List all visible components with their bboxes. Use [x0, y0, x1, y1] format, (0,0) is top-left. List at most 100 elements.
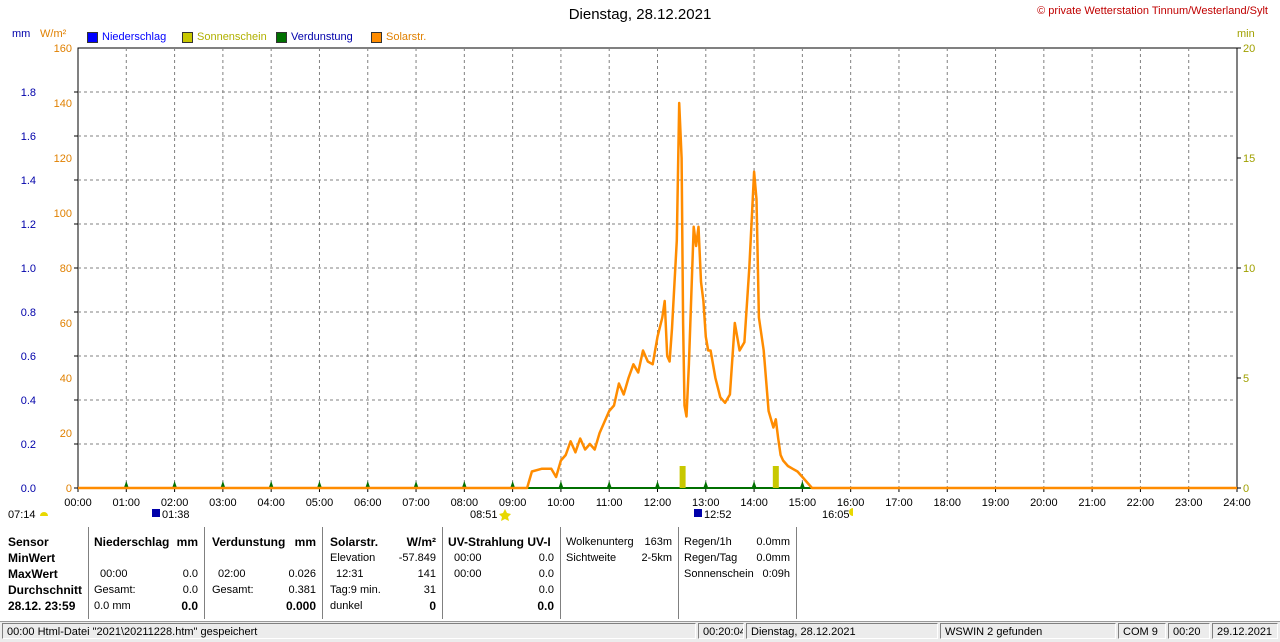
- y-tick-label-wm2: 80: [60, 263, 72, 275]
- status-bar: 00:00 Html-Datei "2021\20211228.htm" ges…: [0, 621, 1280, 642]
- solar-header: Solarstr.: [330, 535, 379, 549]
- solar-tag-value: 31: [423, 584, 436, 596]
- regen-tag-value: 0.0mm: [756, 552, 790, 564]
- y-tick-label-mm: 1.6: [21, 131, 36, 143]
- x-tick-label: 02:00: [161, 497, 189, 509]
- sichtweite-label: Sichtweite: [566, 552, 617, 564]
- durchschnitt-label: Durchschnitt: [8, 583, 83, 597]
- y-tick-label-wm2: 60: [60, 318, 72, 330]
- solar-dunkel-label: dunkel: [330, 600, 363, 612]
- uv-max-time: 00:00: [454, 568, 482, 580]
- y-tick-label-wm2: 0: [66, 483, 72, 495]
- sunrise-icon: [40, 512, 48, 516]
- status-com-port: COM 9: [1118, 623, 1166, 639]
- panel-solarstr: Solarstr. W/m² Elevation -57.849 12:31 1…: [322, 527, 443, 619]
- sunshine-bar: [772, 466, 779, 488]
- moonrise-time-label: 01:38: [162, 509, 190, 521]
- y-tick-label-mm: 1.2: [21, 219, 36, 231]
- y-tick-label-wm2: 20: [60, 428, 72, 440]
- wolkenunterg-value: 163m: [644, 536, 672, 548]
- moonrise-icon: [152, 509, 160, 517]
- x-tick-label: 18:00: [933, 497, 961, 509]
- x-tick-label: 00:00: [64, 497, 92, 509]
- verdunstung-avg-value: 0.000: [285, 599, 316, 613]
- status-time: 00:20:04: [698, 623, 744, 639]
- sunrise-time-label: 07:14: [8, 509, 36, 521]
- verdunstung-max-value: 0.026: [288, 568, 316, 580]
- y-tick-label-mm: 0.6: [21, 351, 36, 363]
- sunset-icon: [849, 508, 853, 516]
- x-tick-label: 14:00: [740, 497, 768, 509]
- sonnenschein-value: 0:09h: [762, 568, 790, 580]
- panel-sensor: Sensor MinWert MaxWert Durchschnitt 28.1…: [0, 527, 89, 619]
- maxwert-label: MaxWert: [8, 567, 58, 581]
- sensor-header: Sensor: [8, 535, 49, 549]
- solar-elevation-label: Elevation: [330, 552, 376, 564]
- verdunstung-gesamt-value: 0.381: [288, 584, 316, 596]
- x-tick-label: 24:00: [1223, 497, 1251, 509]
- x-tick-label: 17:00: [885, 497, 913, 509]
- x-tick-label: 03:00: [209, 497, 237, 509]
- x-tick-label: 12:00: [644, 497, 672, 509]
- panel-verdunstung: Verdunstung mm 02:00 0.026 Gesamt: 0.381…: [204, 527, 323, 619]
- x-tick-label: 08:00: [451, 497, 479, 509]
- panel-regen: Regen/1h 0.0mm Regen/Tag 0.0mm Sonnensch…: [678, 527, 797, 619]
- status-wswin: WSWIN 2 gefunden: [940, 623, 1116, 639]
- y-tick-label-min: 0: [1243, 483, 1249, 495]
- verdunstung-gesamt-label: Gesamt:: [212, 584, 254, 596]
- regen-1h-label: Regen/1h: [684, 536, 732, 548]
- niederschlag-header: Niederschlag: [94, 535, 170, 549]
- y-tick-label-min: 5: [1243, 373, 1249, 385]
- x-tick-label: 23:00: [1175, 497, 1203, 509]
- y-tick-label-mm: 1.0: [21, 263, 36, 275]
- solar-max-time: 12:31: [336, 568, 364, 580]
- verdunstung-unit: mm: [294, 535, 316, 549]
- moonset-time-label: 12:52: [704, 509, 732, 521]
- x-tick-label: 16:00: [837, 497, 865, 509]
- niederschlag-gesamt-value: 0.0: [182, 584, 198, 596]
- x-tick-label: 05:00: [306, 497, 334, 509]
- sunset-time-label: 16:05: [822, 509, 850, 521]
- solar-unit: W/m²: [406, 535, 436, 549]
- status-message: 00:00 Html-Datei "2021\20211228.htm" ges…: [2, 623, 696, 639]
- verdunstung-header: Verdunstung: [212, 535, 286, 549]
- wolkenunterg-label: Wolkenunterg: [566, 536, 634, 548]
- x-tick-label: 04:00: [257, 497, 285, 509]
- y-tick-label-mm: 0.2: [21, 439, 36, 451]
- x-tick-label: 21:00: [1078, 497, 1106, 509]
- niederschlag-unit: mm: [176, 535, 198, 549]
- x-tick-label: 19:00: [982, 497, 1010, 509]
- solar-tag-label: Tag:9 min.: [330, 584, 381, 596]
- x-tick-label: 11:00: [596, 497, 623, 509]
- x-tick-label: 09:00: [499, 497, 527, 509]
- y-tick-label-mm: 0.0: [21, 483, 36, 495]
- weather-chart: 0.0 0.2 0.4 0.6 0.8 1.0 1.2 1.4 1.6 1.8 0 20 40 60 80 1…: [8, 43, 1255, 521]
- y-tick-label-mm: 0.4: [21, 395, 36, 407]
- uv-value-3: 0.0: [538, 584, 554, 596]
- sonnenschein-label: Sonnenschein: [684, 568, 754, 580]
- uv-header: UV-Strahlung UV-I: [448, 535, 551, 549]
- x-tick-label: 13:00: [692, 497, 720, 509]
- x-tick-label: 10:00: [547, 497, 575, 509]
- uv-min-value: 0.0: [538, 552, 554, 564]
- niederschlag-max-value: 0.0: [182, 568, 198, 580]
- sun-peak-time-label: 08:51: [470, 509, 498, 521]
- uv-max-value: 0.0: [538, 568, 554, 580]
- moonset-icon: [694, 509, 702, 517]
- panel-uv: UV-Strahlung UV-I 00:00 0.0 00:00 0.0 0.…: [442, 527, 561, 619]
- x-tick-label: 07:00: [402, 497, 430, 509]
- x-tick-label: 06:00: [354, 497, 382, 509]
- uv-min-time: 00:00: [454, 552, 482, 564]
- sunshine-bar: [679, 466, 686, 488]
- solar-max-value: 141: [417, 568, 436, 580]
- verdunstung-max-time: 02:00: [218, 568, 246, 580]
- x-tick-label: 15:00: [789, 497, 817, 509]
- y-tick-label-wm2: 140: [54, 98, 72, 110]
- y-tick-label-wm2: 160: [54, 43, 72, 55]
- y-tick-label-mm: 0.8: [21, 307, 36, 319]
- status-clock: 00:20: [1168, 623, 1210, 639]
- x-tick-label: 20:00: [1030, 497, 1058, 509]
- niederschlag-max-time: 00:00: [100, 568, 128, 580]
- y-tick-label-min: 10: [1243, 263, 1255, 275]
- sensor-timestamp: 28.12. 23:59: [8, 599, 76, 613]
